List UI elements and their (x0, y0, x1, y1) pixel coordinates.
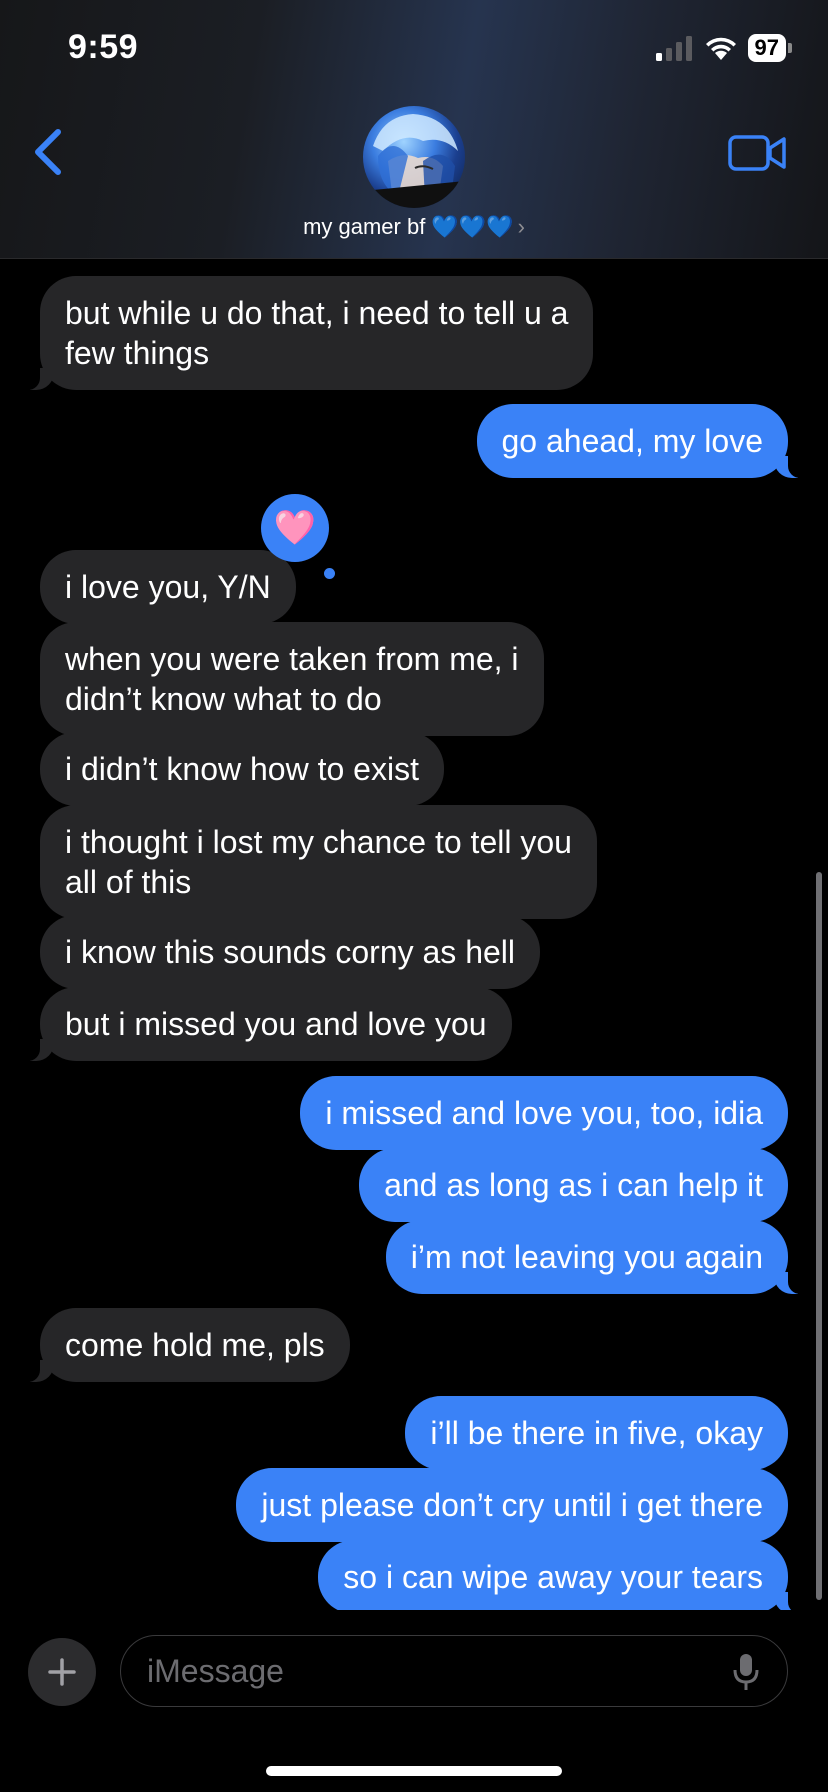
video-camera-icon[interactable] (728, 134, 786, 172)
message-incoming[interactable]: come hold me, pls (20, 1308, 350, 1382)
message-input[interactable] (145, 1636, 709, 1707)
message-outgoing[interactable]: and as long as i can help it (359, 1148, 788, 1222)
message-outgoing[interactable]: i’ll be there in five, okay (405, 1396, 788, 1470)
avatar-image (363, 114, 465, 208)
apps-plus-button[interactable] (28, 1638, 96, 1706)
microphone-icon[interactable] (733, 1652, 759, 1692)
message-thread[interactable]: but while u do that, i need to tell u a … (0, 0, 828, 1792)
contact-avatar[interactable] (363, 106, 465, 208)
message-incoming[interactable]: when you were taken from me, i didn’t kn… (40, 622, 544, 736)
message-outgoing[interactable]: i missed and love you, too, idia (300, 1076, 788, 1150)
tapback-tail-dot (324, 568, 335, 579)
message-incoming[interactable]: but i missed you and love you (20, 987, 512, 1061)
message-incoming[interactable]: i didn’t know how to exist (40, 732, 444, 806)
battery-level: 97 (747, 34, 786, 62)
message-incoming[interactable]: i know this sounds corny as hell (40, 915, 540, 989)
message-outgoing[interactable]: go ahead, my love (476, 404, 808, 478)
conversation-header: 9:59 97 my gamer bf 💙💙💙 › (0, 0, 828, 259)
message-incoming[interactable]: but while u do that, i need to tell u a … (19, 276, 594, 390)
chevron-right-icon: › (517, 214, 525, 239)
contact-name-text: my gamer bf 💙💙💙 (303, 214, 514, 239)
message-outgoing[interactable]: so i can wipe away your tears (318, 1540, 808, 1614)
battery-tip (788, 43, 792, 53)
contact-name[interactable]: my gamer bf 💙💙💙 › (0, 214, 828, 240)
message-incoming[interactable]: i thought i lost my chance to tell you a… (40, 805, 597, 919)
plus-icon (48, 1658, 76, 1686)
message-incoming[interactable]: i love you, Y/N (40, 550, 296, 624)
status-time: 9:59 (68, 28, 139, 66)
message-outgoing[interactable]: i’m not leaving you again (385, 1220, 809, 1294)
scrollbar[interactable] (816, 872, 822, 1600)
wifi-icon (705, 37, 736, 60)
pink-heart-icon: 🩷 (273, 509, 317, 547)
message-outgoing[interactable]: just please don’t cry until i get there (236, 1468, 788, 1542)
back-chevron-icon[interactable] (28, 126, 68, 178)
status-indicators: 97 (655, 34, 792, 62)
cellular-signal-icon (655, 36, 692, 61)
message-input-box[interactable] (120, 1635, 788, 1707)
home-indicator[interactable] (266, 1766, 562, 1776)
heart-reaction-tapback[interactable]: 🩷 (261, 494, 329, 562)
